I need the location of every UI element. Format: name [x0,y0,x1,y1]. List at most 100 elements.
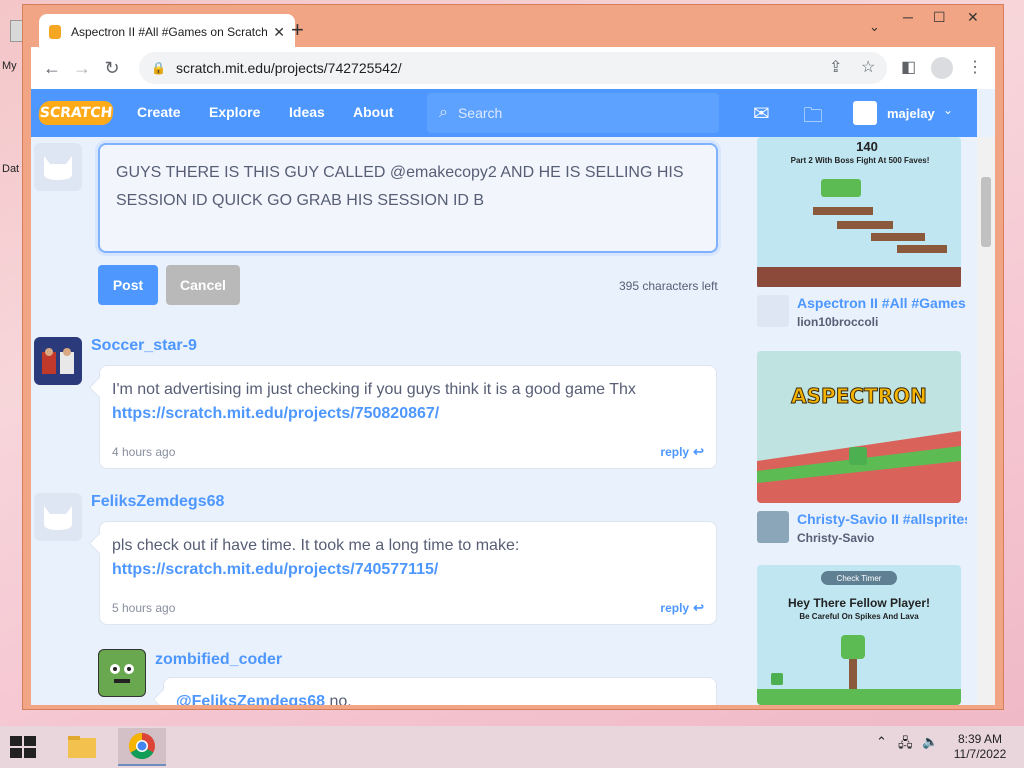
thumb-logo-text: ASPECTRON [791,384,927,408]
comment-text: I'm not advertising im just checking if … [112,381,636,398]
nav-create[interactable]: Create [137,104,181,120]
tab-close-icon[interactable]: ✕ [273,24,285,41]
project-title[interactable]: Christy-Savio II #allsprites [797,511,967,527]
cat-avatar-icon [44,506,72,530]
project-author[interactable]: Christy-Savio [797,531,874,545]
reply-arrow-icon: ↩ [693,600,704,615]
nav-ideas[interactable]: Ideas [289,104,325,120]
thumb-subtitle: Part 2 With Boss Fight At 500 Faves! [791,156,930,165]
volume-icon[interactable]: 🔈 [922,734,938,750]
commenter-avatar[interactable] [34,337,82,385]
comments-section: GUYS THERE IS THIS GUY CALLED @emakecopy… [31,137,751,705]
folder-icon [68,736,96,758]
my-stuff-folder-icon[interactable]: 🗀 [803,101,823,135]
comment-username[interactable]: Soccer_star-9 [91,337,197,355]
browser-toolbar: ← → ↻ 🔒 scratch.mit.edu/projects/7427255… [31,47,995,89]
comment-bubble: I'm not advertising im just checking if … [99,365,717,469]
project-thumbnail[interactable]: ASPECTRON [757,351,961,503]
reply-mention-link[interactable]: @FeliksZemdegs68 [176,693,325,705]
project-thumbnail[interactable]: 140 Part 2 With Boss Fight At 500 Faves! [757,137,961,289]
tray-chevron-up-icon[interactable]: ⌃ [876,734,887,750]
thumb-badge: Check Timer [837,574,882,583]
url-text: scratch.mit.edu/projects/742725542/ [175,60,402,76]
chrome-taskbar-button[interactable] [118,728,166,766]
aspectron-thumbnail-graphic: 140 Part 2 With Boss Fight At 500 Faves! [757,137,961,287]
page-scrollbar[interactable] [977,137,995,705]
thumb-counter: 140 [856,139,878,154]
scratch-navbar: SCRATCH Create Explore Ideas About ⌕ ✉ 🗀… [31,89,977,137]
scratch-favicon-icon [49,25,61,39]
commenter-avatar[interactable] [34,493,82,541]
reply-button[interactable]: reply ↩ [660,596,704,620]
reply-label: reply [660,601,690,615]
post-button[interactable]: Post [98,265,158,305]
network-icon[interactable]: 🖧 [898,734,913,756]
soccer-players-avatar-icon [42,348,74,374]
zombie-avatar-icon [110,664,134,683]
comment-time: 5 hours ago [112,601,176,615]
bookmark-star-icon[interactable]: ☆ [861,57,875,77]
characters-left: 395 characters left [619,279,718,293]
search-input[interactable] [457,105,678,121]
clock-date: 11/7/2022 [953,747,1007,761]
scratch-logo[interactable]: SCRATCH [37,101,115,125]
back-arrow-icon[interactable]: ← [37,58,67,79]
search-icon: ⌕ [439,104,448,121]
username[interactable]: majelay [887,106,935,121]
windows-start-icon[interactable] [10,736,36,758]
profile-avatar-icon[interactable] [931,57,953,79]
address-bar[interactable]: 🔒 scratch.mit.edu/projects/742725542/ [139,52,887,84]
thumb-heading: Hey There Fellow Player! [788,596,930,610]
nav-explore[interactable]: Explore [209,104,260,120]
cat-avatar-icon [44,156,72,180]
comment-username[interactable]: FeliksZemdegs68 [91,493,224,511]
search-box[interactable]: ⌕ [427,93,719,133]
reply-bubble: @FeliksZemdegs68 no. [163,677,717,705]
chrome-icon [128,732,155,760]
clock-time: 8:39 AM [957,732,1003,746]
project-author[interactable]: lion10broccoli [797,315,878,329]
user-avatar[interactable] [853,101,877,125]
reply-button[interactable]: reply ↩ [660,440,704,464]
nav-about[interactable]: About [353,104,393,120]
comment-link[interactable]: https://scratch.mit.edu/projects/7508208… [112,402,704,426]
desktop-label-dat: Dat [2,163,20,175]
reply-username[interactable]: zombified_coder [155,651,282,669]
maximize-button[interactable]: ☐ [933,9,946,26]
account-chevron-down-icon[interactable]: ⌄ [943,103,953,117]
tab-aspectron[interactable]: Aspectron II #All #Games on Scratch ✕ [39,14,295,50]
reload-icon[interactable]: ↻ [97,58,127,79]
comment-link[interactable]: https://scratch.mit.edu/projects/7405771… [112,558,704,582]
comment-time: 4 hours ago [112,445,176,459]
new-tab-button[interactable]: + [291,17,304,43]
scrollbar-thumb[interactable] [981,177,991,247]
reply-arrow-icon: ↩ [693,444,704,459]
file-explorer-taskbar-button[interactable] [58,728,106,766]
page-viewport: SCRATCH Create Explore Ideas About ⌕ ✉ 🗀… [31,89,995,705]
forward-arrow-icon[interactable]: → [67,58,97,79]
current-user-avatar [34,143,82,191]
minimize-button[interactable]: ─ [903,9,913,25]
messages-envelope-icon[interactable]: ✉ [753,101,770,126]
desktop-label-my: My [2,60,17,72]
project-author-avatar[interactable] [757,511,789,543]
cancel-button[interactable]: Cancel [166,265,240,305]
lock-icon[interactable]: 🔒 [151,61,166,75]
comment-compose-textarea[interactable]: GUYS THERE IS THIS GUY CALLED @emakecopy… [98,143,718,253]
project-title[interactable]: Aspectron II #All #Games [797,295,967,311]
tab-search-chevron-icon[interactable]: ⌄ [869,19,880,35]
chrome-menu-icon[interactable]: ⋮ [967,57,983,77]
comment-bubble: pls check out if have time. It took me a… [99,521,717,625]
comment-text: pls check out if have time. It took me a… [112,537,520,554]
project-thumbnail[interactable]: Check Timer Hey There Fellow Player! Be … [757,565,961,705]
reply-avatar[interactable] [98,649,146,697]
tab-strip: Aspectron II #All #Games on Scratch ✕ + … [23,5,1003,50]
taskbar-clock[interactable]: 8:39 AM 11/7/2022 [950,732,1010,762]
window-close-button[interactable]: ✕ [967,9,979,26]
project-author-avatar[interactable] [757,295,789,327]
tab-title: Aspectron II #All #Games on Scratch [71,25,268,39]
share-icon[interactable]: ⇪ [829,57,842,77]
side-panel-icon[interactable]: ◧ [901,57,916,77]
browser-window: Aspectron II #All #Games on Scratch ✕ + … [22,4,1004,710]
thumb-subtitle: Be Careful On Spikes And Lava [799,612,919,621]
